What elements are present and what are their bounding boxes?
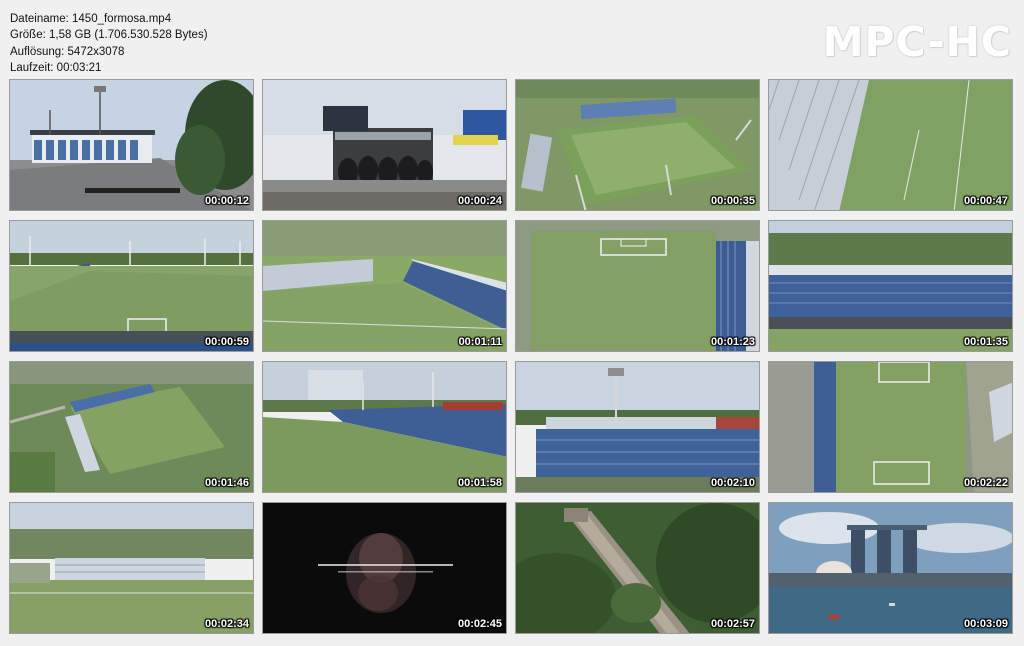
scene-top-down-pitch-right	[769, 362, 1012, 492]
timestamp: 00:00:59	[204, 336, 249, 348]
scene-title-card-dark	[263, 503, 506, 633]
scene-stadium-exterior-street	[10, 80, 253, 210]
scene-stadium-entrance-wall	[263, 80, 506, 210]
timestamp: 00:01:23	[710, 336, 755, 348]
thumbnail-16[interactable]: 00:03:09	[768, 502, 1013, 634]
timestamp: 00:01:46	[204, 477, 249, 489]
timestamp: 00:02:34	[204, 618, 249, 630]
scene-main-stand-aerial	[769, 221, 1012, 351]
thumbnail-5[interactable]: 00:00:59	[9, 220, 254, 352]
thumbnail-7[interactable]: 00:01:23	[515, 220, 760, 352]
scene-top-down-pitch	[516, 221, 759, 351]
resolution-line: Auflösung: 5472x3078	[10, 45, 125, 58]
scene-low-aerial-stand	[263, 362, 506, 492]
timestamp: 00:01:11	[458, 336, 502, 348]
thumbnail-10[interactable]: 00:01:58	[262, 361, 507, 493]
thumbnail-2[interactable]: 00:00:24	[262, 79, 507, 211]
timestamp: 00:02:45	[457, 618, 502, 630]
timestamp: 00:00:12	[204, 195, 249, 207]
scene-great-wall-aerial	[516, 503, 759, 633]
thumbnail-14[interactable]: 00:02:45	[262, 502, 507, 634]
timestamp: 00:01:35	[963, 336, 1008, 348]
timestamp: 00:02:10	[710, 477, 755, 489]
timestamp: 00:00:24	[457, 195, 502, 207]
scene-distant-stadium-aerial	[10, 503, 253, 633]
filename-line: Dateiname: 1450_formosa.mp4	[10, 13, 172, 25]
thumbnail-3[interactable]: 00:00:35	[515, 79, 760, 211]
timestamp: 00:02:57	[710, 618, 755, 630]
scene-aerial-stadium-wide	[516, 80, 759, 210]
scene-marina-bay-skyline	[769, 503, 1012, 633]
thumbnail-9[interactable]: 00:01:46	[9, 361, 254, 493]
filesize-line: Größe: 1,58 GB (1.706.530.528 Bytes)	[10, 29, 208, 42]
timestamp: 00:01:58	[457, 477, 502, 489]
thumbnail-4[interactable]: 00:00:47	[768, 79, 1013, 211]
thumbnail-6[interactable]: 00:01:11	[262, 220, 507, 352]
timestamp: 00:00:47	[963, 195, 1008, 207]
thumbnail-11[interactable]: 00:02:10	[515, 361, 760, 493]
scene-field-goal-view	[10, 221, 253, 351]
timestamp: 00:03:09	[963, 618, 1008, 630]
thumbnail-15[interactable]: 00:02:57	[515, 502, 760, 634]
scene-aerial-pitch-town	[10, 362, 253, 492]
thumbnail-12[interactable]: 00:02:22	[768, 361, 1013, 493]
duration-line: Laufzeit: 00:03:21	[10, 62, 102, 75]
scene-stand-front-view	[516, 362, 759, 492]
mpc-hc-logo: MPC-HC	[822, 18, 1012, 66]
scene-aerial-stand-roof	[769, 80, 1012, 210]
timestamp: 00:00:35	[710, 195, 755, 207]
thumbnail-8[interactable]: 00:01:35	[768, 220, 1013, 352]
timestamp: 00:02:22	[963, 477, 1008, 489]
thumbnail-1[interactable]: 00:00:12	[9, 79, 254, 211]
thumbnail-13[interactable]: 00:02:34	[9, 502, 254, 634]
scene-aerial-stands-corner	[263, 221, 506, 351]
file-info: Dateiname: 1450_formosa.mp4 Größe: 1,58 …	[10, 11, 208, 77]
